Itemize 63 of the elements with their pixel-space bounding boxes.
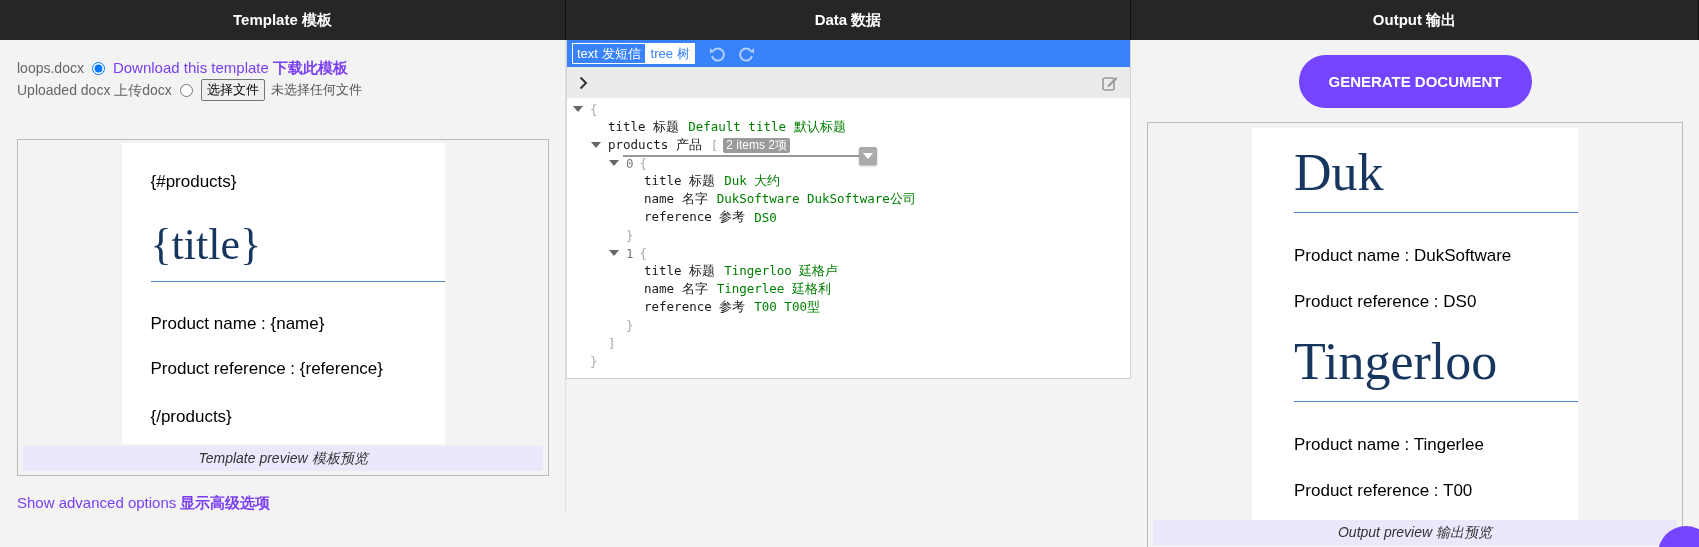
radio-button[interactable] bbox=[91, 61, 105, 75]
choose-file-button[interactable]: 选择文件 bbox=[200, 79, 265, 101]
option-label: Uploaded docx 上传docx bbox=[17, 81, 172, 100]
expand-toggle-icon[interactable] bbox=[608, 248, 620, 258]
json-value: Duk 大约 bbox=[724, 172, 781, 190]
undo-icon[interactable] bbox=[708, 45, 725, 62]
edit-icon[interactable] bbox=[1102, 74, 1118, 91]
column-title: Template 模板 bbox=[233, 10, 332, 30]
file-status: 未选择任何文件 bbox=[270, 81, 362, 99]
document-heading: Tingerloo bbox=[1294, 333, 1578, 402]
mode-tab[interactable]: text 发短信 bbox=[572, 43, 646, 64]
bracket: } bbox=[590, 353, 598, 369]
advanced-options-link[interactable]: Show advanced options 显示高级选项 bbox=[17, 494, 271, 513]
caret-down-icon bbox=[863, 153, 873, 159]
json-key: name 名字 bbox=[644, 190, 708, 208]
menu-button[interactable] bbox=[859, 147, 877, 165]
json-value: DukSoftware DukSoftware公司 bbox=[716, 190, 916, 208]
json-key: products 产品 bbox=[608, 136, 702, 154]
array-index: 1 bbox=[626, 245, 634, 261]
json-value: T00 T00型 bbox=[754, 298, 820, 316]
json-value: Tingerlee 廷格利 bbox=[716, 280, 831, 298]
redo-icon[interactable] bbox=[738, 45, 755, 62]
generate-document-button[interactable]: GENERATE DOCUMENT bbox=[1298, 55, 1532, 108]
mode-tab[interactable]: tree 树 bbox=[645, 43, 695, 64]
json-key: reference 参考 bbox=[644, 298, 746, 316]
expand-toggle-icon[interactable] bbox=[608, 158, 620, 168]
preview-caption: Output preview 输出预览 bbox=[1153, 520, 1677, 545]
json-key: title 标题 bbox=[644, 172, 716, 190]
document-paragraph: Product name : {name} bbox=[150, 313, 326, 335]
array-index: 0 bbox=[626, 155, 634, 171]
json-key: reference 参考 bbox=[644, 208, 746, 226]
document-paragraph: Product name : DukSoftware bbox=[1294, 245, 1513, 267]
bracket: ] bbox=[608, 335, 616, 351]
bracket: { bbox=[590, 101, 598, 117]
bracket: } bbox=[626, 227, 634, 243]
json-key: title 标题 bbox=[644, 262, 716, 280]
json-value: Tingerloo 廷格卢 bbox=[724, 262, 839, 280]
bracket: [ bbox=[710, 137, 719, 153]
document-heading: Duk bbox=[1294, 144, 1578, 213]
document-paragraph: Product reference : DS0 bbox=[1294, 291, 1478, 313]
document-paragraph: Product reference : T00 bbox=[1294, 480, 1474, 502]
column-title: Output 输出 bbox=[1372, 10, 1457, 30]
template-tag: {/products} bbox=[150, 406, 445, 428]
bracket: } bbox=[626, 317, 634, 333]
json-value: Default title 默认标题 bbox=[688, 118, 846, 136]
download-link[interactable]: Download this template 下载此模板 bbox=[112, 57, 349, 79]
column-title: Data 数据 bbox=[814, 10, 882, 30]
json-value: DS0 bbox=[754, 209, 777, 225]
json-key: title 标题 bbox=[608, 118, 680, 136]
document-heading: {title} bbox=[150, 221, 445, 282]
radio-button[interactable] bbox=[179, 83, 193, 97]
expand-toggle-icon[interactable] bbox=[572, 104, 584, 114]
preview-caption: Template preview 模板预览 bbox=[23, 446, 543, 471]
template-tag: {#products} bbox=[150, 171, 445, 193]
item-count-badge: 2 items 2项 bbox=[723, 137, 790, 153]
document-paragraph: Product reference : {reference} bbox=[150, 358, 384, 380]
chevron-right-icon[interactable] bbox=[579, 75, 588, 90]
bracket: { bbox=[639, 245, 648, 261]
expand-toggle-icon[interactable] bbox=[590, 140, 602, 150]
json-key: name 名字 bbox=[644, 280, 708, 298]
bracket: { bbox=[639, 155, 648, 171]
document-paragraph: Product name : Tingerlee bbox=[1294, 434, 1485, 456]
option-label: loops.docx bbox=[17, 59, 84, 78]
